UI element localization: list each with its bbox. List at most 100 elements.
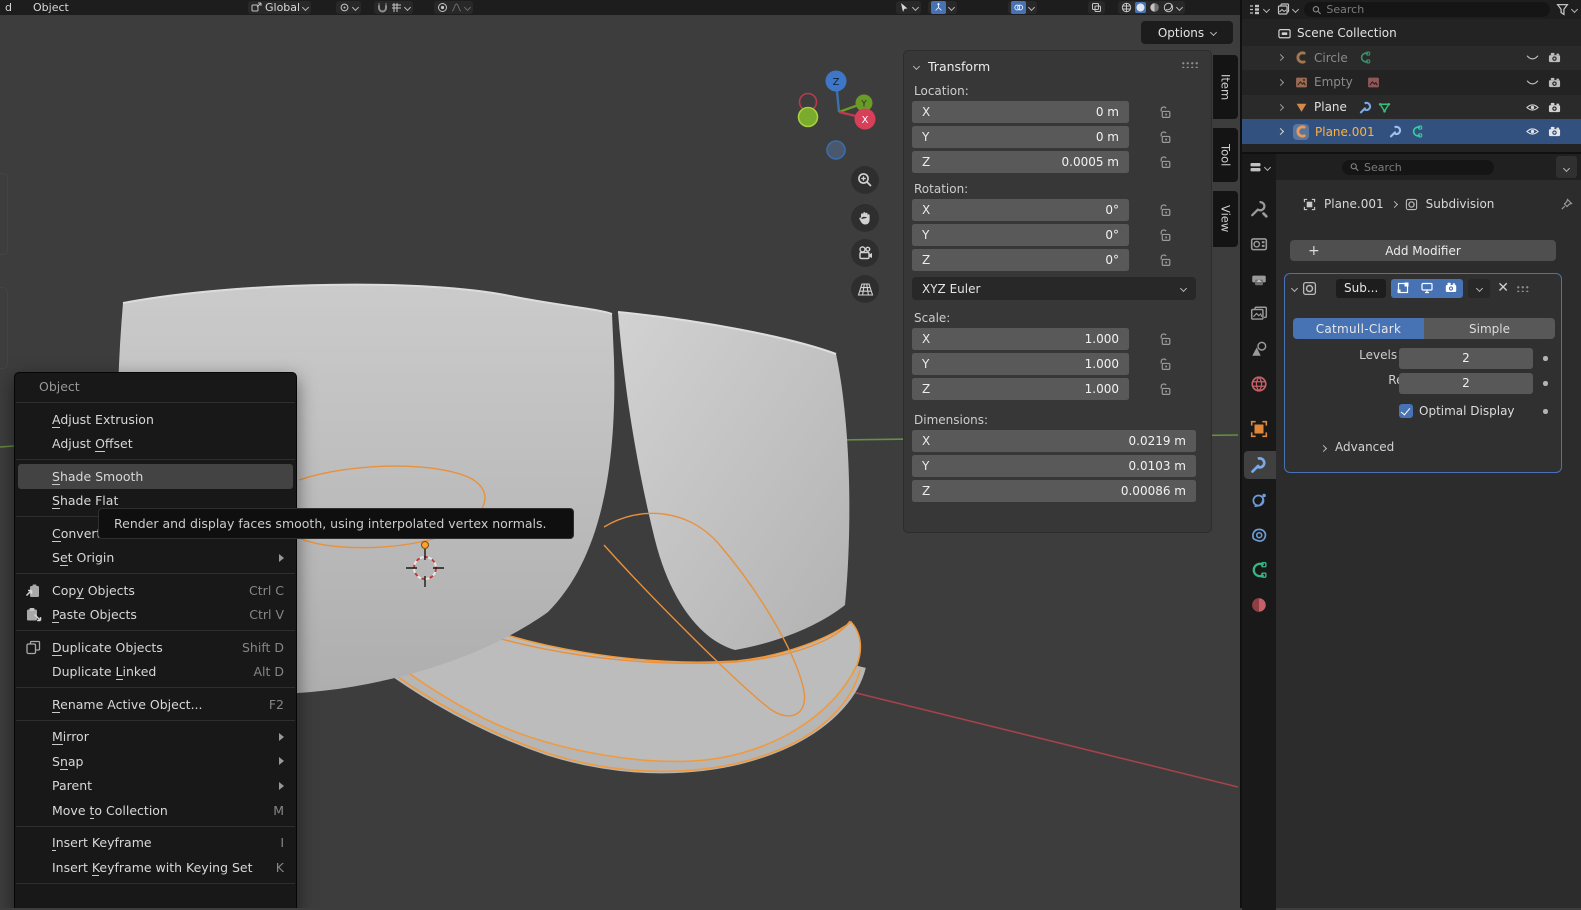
breadcrumb-modifier[interactable]: Subdivision <box>1426 197 1495 211</box>
magnet-icon[interactable] <box>377 2 388 13</box>
eye-open-icon[interactable] <box>1526 125 1539 138</box>
expand-chevron-icon[interactable] <box>1277 128 1284 135</box>
menu-item-parent[interactable]: Parent <box>15 774 296 799</box>
menu-item-duplicate-objects[interactable]: Duplicate ObjectsShift D <box>15 635 296 660</box>
animate-dot[interactable] <box>1543 381 1548 386</box>
select-tool-dropdown[interactable] <box>896 1 921 14</box>
lock-open-icon[interactable] <box>1159 253 1172 267</box>
eye-open-icon[interactable] <box>1526 101 1539 114</box>
add-modifier-button[interactable]: + Add Modifier <box>1290 240 1556 261</box>
tab-view[interactable]: View <box>1213 191 1238 247</box>
menu-item-insert-keyframe[interactable]: Insert KeyframeI <box>15 831 296 856</box>
show-overlays-toggle[interactable] <box>1011 1 1026 14</box>
modifier-close-button[interactable]: ✕ <box>1495 280 1511 296</box>
expand-chevron-icon[interactable] <box>1277 104 1284 111</box>
advanced-section-row[interactable]: Advanced <box>1285 440 1563 461</box>
editor-type-dropdown[interactable] <box>1246 2 1271 17</box>
scale-z-field[interactable]: Z1.000 <box>912 378 1129 400</box>
toolbar-collapsed-tab[interactable] <box>0 287 8 369</box>
lock-open-icon[interactable] <box>1159 228 1172 242</box>
optimal-display-checkbox[interactable] <box>1399 404 1413 418</box>
tab-item[interactable]: Item <box>1213 55 1238 119</box>
show-gizmo-toggle[interactable] <box>931 1 946 14</box>
shading-solid-icon[interactable] <box>1135 2 1146 13</box>
menu-item-move-to-collection[interactable]: Move to CollectionM <box>15 798 296 823</box>
menu-item-duplicate-linked[interactable]: Duplicate LinkedAlt D <box>15 660 296 685</box>
location-z-field[interactable]: Z0.0005 m <box>912 151 1129 173</box>
menu-item-mirror[interactable]: Mirror <box>15 725 296 750</box>
falloff-curve-icon[interactable] <box>451 2 462 13</box>
display-mode-dropdown[interactable] <box>1275 2 1300 17</box>
collapse-chevron-icon[interactable] <box>1291 284 1298 291</box>
tab-modifiers[interactable] <box>1250 456 1268 474</box>
outliner-row-plane[interactable]: Plane <box>1242 95 1581 120</box>
modifier-extras-dropdown[interactable] <box>1468 279 1490 298</box>
camera-visibility-icon[interactable] <box>1548 125 1561 138</box>
outliner-row-empty[interactable]: Empty <box>1242 70 1581 95</box>
expand-chevron-icon[interactable] <box>1277 54 1284 61</box>
tab-physics[interactable] <box>1250 491 1268 509</box>
rotation-x-field[interactable]: X0° <box>912 199 1129 221</box>
lock-open-icon[interactable] <box>1159 130 1172 144</box>
panel-drag-handle[interactable] <box>1181 61 1199 68</box>
shading-material-icon[interactable] <box>1149 2 1160 13</box>
editor-type-dropdown[interactable] <box>1247 160 1272 175</box>
tab-view-layer[interactable] <box>1250 305 1268 323</box>
modifier-name-field[interactable]: Sub... <box>1336 279 1386 298</box>
breadcrumb-object[interactable]: Plane.001 <box>1324 197 1384 211</box>
lock-open-icon[interactable] <box>1159 357 1172 371</box>
edit-mode-toggle[interactable] <box>1391 279 1415 298</box>
lock-open-icon[interactable] <box>1159 155 1172 169</box>
3d-viewport[interactable]: Options Item Tool View Y Z X Transfor <box>0 15 1240 908</box>
camera-visibility-icon[interactable] <box>1548 76 1561 89</box>
dimensions-z-field[interactable]: Z0.00086 m <box>912 480 1196 502</box>
scale-x-field[interactable]: X1.000 <box>912 328 1129 350</box>
menu-item-adjust-extrusion[interactable]: Adjust Extrusion <box>15 407 296 432</box>
transform-orientation-dropdown[interactable]: Global <box>248 1 311 14</box>
properties-search-field[interactable] <box>1342 160 1494 175</box>
tab-render[interactable] <box>1250 235 1268 253</box>
outliner-search-field[interactable] <box>1304 2 1550 17</box>
perspective-grid-button[interactable] <box>851 275 879 303</box>
camera-visibility-icon[interactable] <box>1548 51 1561 64</box>
render-levels-field[interactable]: 2 <box>1399 373 1533 394</box>
menu-item-copy-objects[interactable]: Copy ObjectsCtrl C <box>15 578 296 603</box>
menu-item-adjust-offset[interactable]: Adjust Offset <box>15 432 296 457</box>
pin-icon[interactable] <box>1560 198 1573 211</box>
tab-world[interactable] <box>1250 375 1268 393</box>
dimensions-y-field[interactable]: Y0.0103 m <box>912 455 1196 477</box>
render-display-toggle[interactable] <box>1439 279 1463 298</box>
properties-search-input[interactable] <box>1364 161 1486 174</box>
pivot-point-dropdown[interactable] <box>336 1 361 14</box>
menu-item-insert-keyframe-keying-set[interactable]: Insert Keyframe with Keying SetK <box>15 855 296 880</box>
shading-wireframe-icon[interactable] <box>1121 2 1132 13</box>
camera-view-button[interactable] <box>851 239 879 267</box>
menu-item-snap[interactable]: Snap <box>15 749 296 774</box>
proportional-editing-icon[interactable] <box>437 2 448 13</box>
animate-dot[interactable] <box>1543 409 1548 414</box>
toolbar-collapsed-tab[interactable] <box>0 173 8 255</box>
catmull-clark-button[interactable]: Catmull-Clark <box>1293 318 1424 339</box>
rotation-mode-dropdown[interactable]: XYZ Euler <box>912 277 1196 300</box>
properties-filter-dropdown[interactable] <box>1556 156 1577 178</box>
xray-toggle[interactable] <box>1088 1 1105 14</box>
scale-y-field[interactable]: Y1.000 <box>912 353 1129 375</box>
shading-rendered-icon[interactable] <box>1163 2 1174 13</box>
pan-hand-button[interactable] <box>851 204 879 232</box>
axis-ball-neg-y[interactable] <box>799 108 818 127</box>
tab-tool[interactable] <box>1250 200 1268 218</box>
menu-add-partial[interactable]: d <box>0 1 17 14</box>
axis-ball-neg-z[interactable] <box>827 141 845 159</box>
zoom-button[interactable] <box>851 166 879 194</box>
menu-item-set-origin[interactable]: Set Origin <box>15 546 296 571</box>
realtime-display-toggle[interactable] <box>1415 279 1439 298</box>
tab-tool[interactable]: Tool <box>1213 128 1238 182</box>
eye-closed-icon[interactable] <box>1526 51 1539 64</box>
camera-visibility-icon[interactable] <box>1548 101 1561 114</box>
menu-object[interactable]: Object <box>28 1 74 14</box>
location-x-field[interactable]: X0 m <box>912 101 1129 123</box>
eye-closed-icon[interactable] <box>1526 76 1539 89</box>
tab-scene[interactable] <box>1250 340 1268 358</box>
animate-dot[interactable] <box>1543 356 1548 361</box>
modifier-drag-handle[interactable] <box>1516 285 1530 292</box>
